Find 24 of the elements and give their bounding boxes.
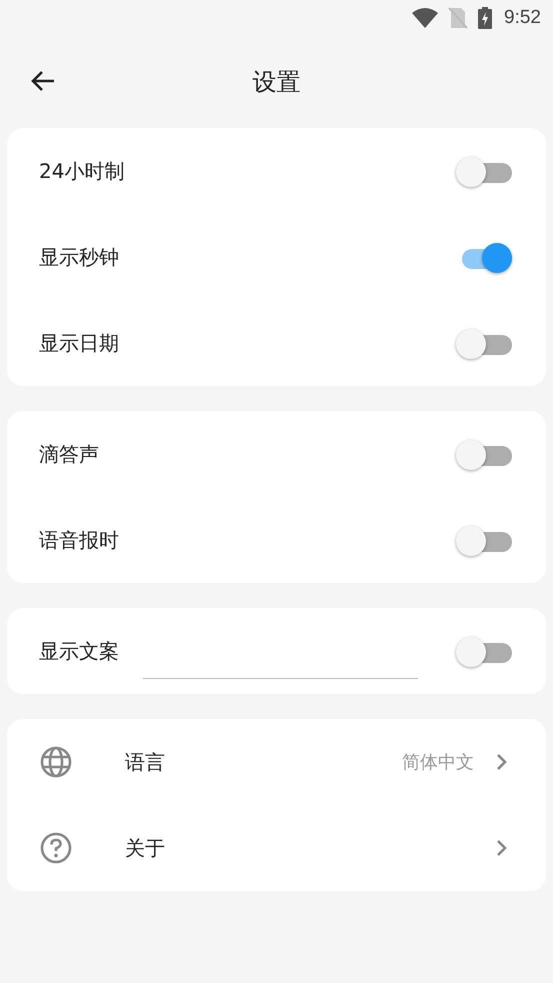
globe-icon <box>39 745 73 779</box>
toggle-switch[interactable] <box>456 636 512 666</box>
toggle-switch[interactable] <box>456 156 512 186</box>
current-language: 简体中文 <box>402 751 474 774</box>
page-title: 设置 <box>252 67 300 98</box>
no-sim-icon <box>448 7 468 29</box>
setting-label: 24小时制 <box>39 158 124 184</box>
chevron-right-icon[interactable] <box>496 753 508 771</box>
setting-label[interactable]: 语言 <box>125 748 165 776</box>
chevron-right-icon[interactable] <box>496 839 508 857</box>
setting-label[interactable]: 关于 <box>125 834 165 862</box>
battery-charging-icon <box>478 7 492 29</box>
toggle-switch[interactable] <box>456 328 512 358</box>
setting-label: 滴答声 <box>39 440 99 468</box>
toggle-switch[interactable] <box>456 439 512 469</box>
help-icon <box>39 831 73 865</box>
toggle-switch[interactable] <box>456 525 512 555</box>
status-time: 9:52 <box>504 7 541 29</box>
setting-label: 语音报时 <box>39 526 119 554</box>
setting-label: 显示文案 <box>39 638 119 664</box>
back-arrow-icon[interactable] <box>30 70 56 92</box>
wifi-icon <box>412 8 438 28</box>
setting-label: 显示日期 <box>39 330 119 356</box>
setting-label: 显示秒钟 <box>39 244 119 270</box>
